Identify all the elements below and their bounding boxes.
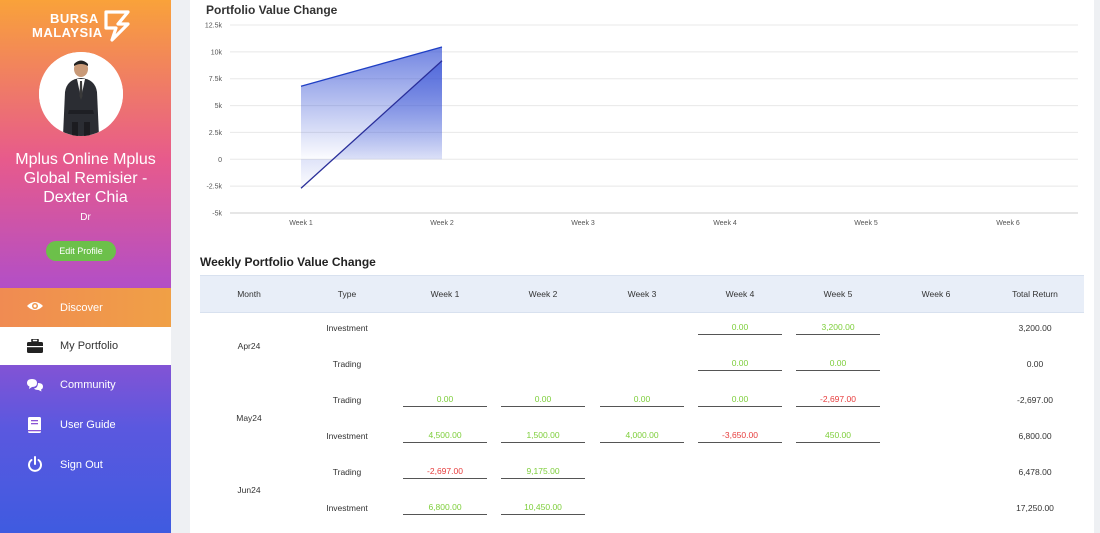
column-header: Week 1 (430, 289, 460, 299)
type-cell: Investment (326, 431, 368, 441)
person-photo (39, 52, 123, 136)
sidebar-item-label: Community (60, 379, 116, 391)
profile-title: Dr (80, 212, 91, 223)
total-return-cell: 0.00 (1026, 359, 1044, 369)
avatar[interactable] (39, 52, 123, 136)
month-cell: Jun24 (237, 485, 261, 495)
y-tick-label: 5k (215, 103, 223, 110)
type-cell: Investment (326, 323, 368, 333)
sidebar: BURSA MALAYSIA Mplus Online Mplus Global… (0, 0, 171, 533)
y-tick-label: 7.5k (209, 76, 223, 83)
week-value-field[interactable]: 4,500.00 (403, 429, 487, 443)
profile-name: Mplus Online Mplus Global Remisier - Dex… (15, 151, 156, 206)
x-tick-label: Week 5 (854, 220, 878, 227)
total-return-cell: 6,478.00 (1018, 467, 1052, 477)
x-tick-label: Week 2 (430, 220, 454, 227)
main-panel: Portfolio Value Change 12.5k 10k 7.5k 5k 2.5… (190, 0, 1094, 533)
week-value-field[interactable]: 0.00 (698, 357, 782, 371)
column-header: Type (337, 289, 357, 299)
sidebar-nav: Discover My Portfolio Community User Gui… (0, 288, 171, 485)
type-cell: Trading (332, 395, 362, 405)
logo-mark-icon (104, 10, 130, 42)
logo-line-2: MALAYSIA (32, 25, 103, 40)
week-value-field[interactable]: 1,500.00 (501, 429, 585, 443)
portfolio-value-chart: 12.5k 10k 7.5k 5k 2.5k 0 -2.5k -5k Week 1 Week 2… (205, 23, 1078, 227)
week-value-field[interactable]: 9,175.00 (501, 465, 585, 479)
column-header: Week 4 (725, 289, 755, 299)
week-value-field[interactable]: 0.00 (501, 393, 585, 407)
type-cell: Trading (332, 467, 362, 477)
week-value-field[interactable]: 450.00 (796, 429, 880, 443)
week-value-field[interactable]: 0.00 (698, 321, 782, 335)
sidebar-item-user-guide[interactable]: User Guide (0, 405, 171, 445)
total-return-cell: 6,800.00 (1018, 431, 1052, 441)
x-tick-label: Week 3 (571, 220, 595, 227)
column-header: Week 6 (921, 289, 951, 299)
week-value-field[interactable]: -3,650.00 (698, 429, 782, 443)
power-icon (26, 455, 44, 473)
week-value-field[interactable]: 0.00 (600, 393, 684, 407)
month-cell: May24 (236, 413, 262, 423)
x-tick-label: Week 1 (289, 220, 313, 227)
sidebar-item-my-portfolio[interactable]: My Portfolio (0, 327, 171, 365)
bursa-malaysia-logo[interactable]: BURSA MALAYSIA (32, 10, 132, 42)
week-value-field[interactable]: 6,800.00 (403, 501, 487, 515)
sidebar-item-label: My Portfolio (60, 340, 119, 352)
week-value-field[interactable]: -2,697.00 (796, 393, 880, 407)
week-value-field[interactable]: -2,697.00 (403, 465, 487, 479)
x-tick-label: Week 4 (713, 220, 737, 227)
y-tick-label: 12.5k (205, 23, 223, 30)
sidebar-item-community[interactable]: Community (0, 365, 171, 405)
sidebar-item-label: User Guide (60, 419, 116, 431)
column-header: Month (237, 289, 261, 299)
type-cell: Investment (326, 503, 368, 513)
briefcase-icon (26, 337, 44, 355)
column-header: Week 5 (823, 289, 853, 299)
sidebar-item-sign-out[interactable]: Sign Out (0, 445, 171, 485)
week-value-field[interactable]: 3,200.00 (796, 321, 880, 335)
month-cell: Apr24 (237, 341, 261, 351)
y-tick-label: -2.5k (206, 184, 222, 191)
book-icon (26, 416, 44, 434)
week-value-field[interactable]: 4,000.00 (600, 429, 684, 443)
week-value-field[interactable]: 0.00 (698, 393, 782, 407)
chart-title: Portfolio Value Change (206, 3, 338, 17)
table-title: Weekly Portfolio Value Change (200, 255, 376, 269)
sidebar-item-label: Sign Out (60, 459, 103, 471)
total-return-cell: 17,250.00 (1016, 503, 1054, 513)
type-cell: Trading (332, 359, 362, 369)
week-value-field[interactable]: 10,450.00 (501, 501, 585, 515)
week-value-field[interactable]: 0.00 (403, 393, 487, 407)
column-header: Week 2 (528, 289, 558, 299)
total-return-cell: -2,697.00 (1017, 395, 1053, 405)
sidebar-item-discover[interactable]: Discover (0, 288, 171, 327)
y-tick-label: 0 (218, 157, 222, 164)
x-tick-label: Week 6 (996, 220, 1020, 227)
sidebar-item-label: Discover (60, 301, 103, 314)
y-tick-label: -5k (212, 211, 222, 218)
column-header: Week 3 (627, 289, 657, 299)
y-tick-label: 2.5k (209, 130, 223, 137)
logo-line-1: BURSA (50, 11, 99, 26)
chat-icon (26, 376, 44, 394)
y-tick-label: 10k (211, 49, 223, 56)
week-value-field[interactable]: 0.00 (796, 357, 880, 371)
total-return-cell: 3,200.00 (1018, 323, 1052, 333)
edit-profile-button[interactable]: Edit Profile (46, 241, 116, 261)
table-header: Month Type Week 1 Week 2 Week 3 Week 4 Week 5 W… (200, 275, 1084, 313)
eye-icon (26, 297, 44, 315)
column-header: Total Return (1012, 289, 1058, 299)
